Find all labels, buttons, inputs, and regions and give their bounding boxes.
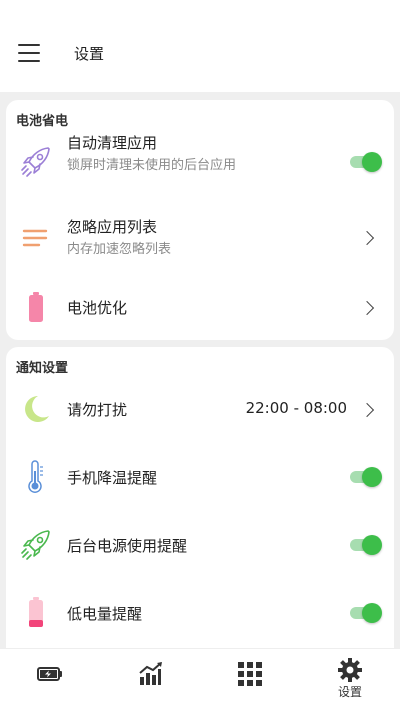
auto-clean-row[interactable]: 自动清理应用 锁屏时清理未使用的后台应用 [6,134,394,194]
battery-charge-icon [37,667,62,681]
cooling-reminder-toggle[interactable] [348,467,382,487]
chart-icon [139,662,162,685]
do-not-disturb-time: 22:00 - 08:00 [245,399,347,417]
do-not-disturb-row[interactable]: 请勿打扰 22:00 - 08:00 [6,387,394,431]
battery-icon [18,290,54,326]
chevron-right-icon [359,402,375,418]
rocket-green-icon [18,527,54,563]
grid-icon [238,662,262,686]
nav-battery[interactable] [0,649,100,711]
background-power-title: 后台电源使用提醒 [67,537,188,555]
background-power-row[interactable]: 后台电源使用提醒 [6,523,394,567]
moon-icon [18,391,54,427]
do-not-disturb-title: 请勿打扰 [67,401,128,419]
section-title-battery: 电池省电 [16,114,69,129]
nav-tools[interactable] [200,649,300,711]
page-title: 设置 [74,45,105,63]
ignore-list-row[interactable]: 忽略应用列表 内存加速忽略列表 [6,210,394,266]
battery-optimization-row[interactable]: 电池优化 [6,286,394,330]
bottom-navigation: 设置 [0,648,400,711]
battery-optimization-title: 电池优化 [67,299,128,317]
notification-settings-card: 通知设置 请勿打扰 22:00 - 08:00 手机降温提醒 后台电源使用提醒 … [6,347,394,652]
battery-saving-card: 电池省电 自动清理应用 锁屏时清理未使用的后台应用 忽略应用列表 内存加速忽略列… [6,100,394,340]
nav-settings[interactable]: 设置 [300,649,400,711]
top-app-bar: 设置 [0,0,400,92]
nav-settings-label: 设置 [337,685,362,699]
rocket-icon [18,144,54,180]
auto-clean-title: 自动清理应用 [67,134,158,152]
thermometer-icon [18,459,54,495]
section-title-notification: 通知设置 [16,361,69,376]
list-icon [18,220,54,256]
nav-stats[interactable] [100,649,200,711]
low-battery-icon [18,595,54,631]
menu-icon[interactable] [18,44,40,62]
cooling-reminder-title: 手机降温提醒 [67,469,158,487]
chevron-right-icon [359,230,375,246]
low-battery-toggle[interactable] [348,603,382,623]
auto-clean-subtitle: 锁屏时清理未使用的后台应用 [67,158,237,173]
cooling-reminder-row[interactable]: 手机降温提醒 [6,455,394,499]
ignore-list-subtitle: 内存加速忽略列表 [67,242,172,257]
low-battery-title: 低电量提醒 [67,605,143,623]
auto-clean-toggle[interactable] [348,152,382,172]
gear-icon [338,658,362,682]
chevron-right-icon [359,300,375,316]
low-battery-row[interactable]: 低电量提醒 [6,591,394,635]
ignore-list-title: 忽略应用列表 [67,218,158,236]
background-power-toggle[interactable] [348,535,382,555]
